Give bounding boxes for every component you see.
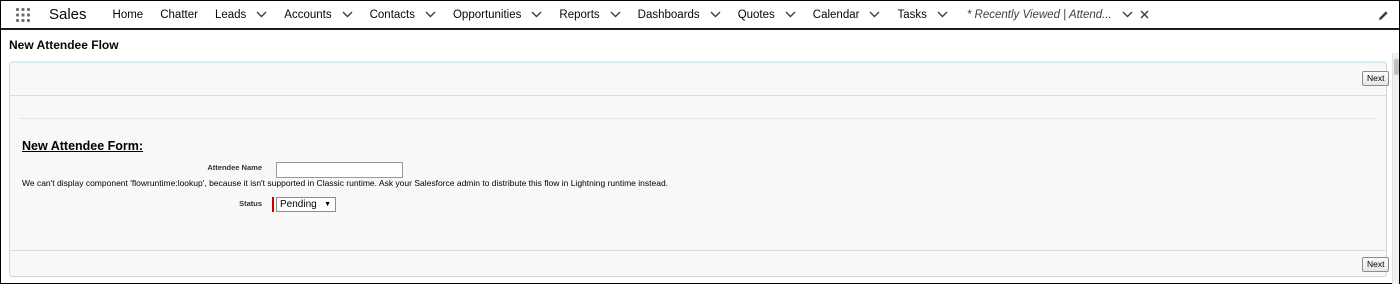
required-field-marker [272,197,274,212]
chevron-down-icon[interactable] [610,11,621,18]
global-nav-bar: Sales Home Chatter Leads Accounts Contacts Op… [1,1,1399,30]
nav-item-calendar[interactable]: Calendar [805,1,890,28]
nav-item-leads[interactable]: Leads [207,1,276,28]
chevron-down-icon[interactable] [785,11,796,18]
vertical-scrollbar[interactable] [1392,53,1399,284]
nav-item-label: Home [112,8,144,21]
nav-items: Home Chatter Leads Accounts Contacts Opportun… [105,1,957,28]
attendee-name-label: Attendee Name [207,163,262,172]
chevron-down-icon[interactable] [425,11,436,18]
chevron-down-icon[interactable] [937,11,948,18]
app-launcher-icon[interactable] [1,1,45,28]
nav-item-home[interactable]: Home [105,1,153,28]
nav-item-label: Accounts [284,8,332,21]
nav-item-quotes[interactable]: Quotes [730,1,805,28]
component-error-message: We can't display component 'flowruntime:… [22,178,669,188]
nav-item-tasks[interactable]: Tasks [889,1,956,28]
status-label: Status [239,199,262,208]
scrollbar-thumb[interactable] [1394,59,1399,75]
chevron-down-icon[interactable] [710,11,721,18]
divider [10,95,1386,96]
chevron-down-icon[interactable] [342,11,353,18]
attendee-name-input[interactable] [276,162,403,178]
chevron-down-icon[interactable] [256,11,267,18]
nav-item-label: Contacts [369,8,415,21]
chevron-down-icon[interactable] [1122,11,1133,18]
status-select-value: Pending [280,199,317,210]
nav-item-contacts[interactable]: Contacts [362,1,445,28]
nav-item-label: Tasks [897,8,927,21]
page-title: New Attendee Flow [9,38,119,52]
app-name: Sales [49,6,87,23]
nav-item-label: Calendar [812,8,860,21]
divider [20,118,1376,119]
form-title: New Attendee Form: [22,139,144,153]
close-icon[interactable] [1140,10,1149,19]
nav-item-label: Chatter [160,8,198,21]
nav-item-opportunities[interactable]: Opportunities [445,1,551,28]
chevron-down-icon[interactable] [869,11,880,18]
dropdown-arrow-icon: ▼ [324,201,331,208]
chevron-down-icon[interactable] [531,11,542,18]
tab-recently-viewed-attendees[interactable]: * Recently Viewed | Attend... [957,1,1158,28]
nav-item-label: Dashboards [637,8,700,21]
nav-item-label: Opportunities [452,8,522,21]
flow-panel: Next New Attendee Form: Attendee Name We… [9,61,1390,277]
nav-item-label: Reports [559,8,600,21]
next-button-top[interactable]: Next [1362,71,1390,86]
nav-item-label: Leads [214,8,247,21]
nav-item-dashboards[interactable]: Dashboards [630,1,730,28]
nav-item-reports[interactable]: Reports [551,1,629,28]
nav-item-label: Quotes [737,8,775,21]
edit-nav-pencil-icon[interactable] [1378,8,1389,26]
nav-item-chatter[interactable]: Chatter [152,1,207,28]
next-button-bottom[interactable]: Next [1362,257,1390,272]
tab-label: * Recently Viewed | Attend... [966,8,1112,21]
divider [10,250,1386,251]
nav-item-accounts[interactable]: Accounts [276,1,361,28]
status-select[interactable]: Pending ▼ [276,197,336,212]
